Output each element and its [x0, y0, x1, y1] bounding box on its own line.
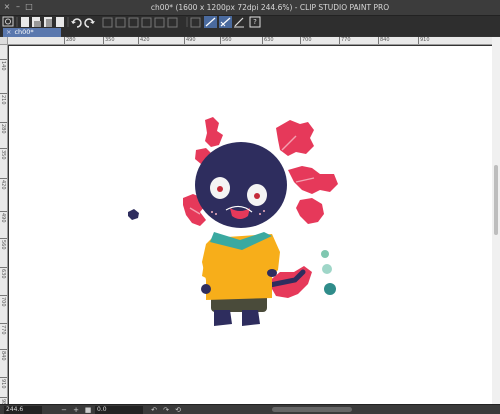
left-foot: [214, 310, 232, 326]
ruler-v-label: 910: [0, 379, 6, 389]
right-gills: [276, 120, 338, 224]
ruler-h-label: 770: [341, 37, 351, 43]
ruler-v-label: 210: [0, 95, 6, 105]
window-title: ch00* (1600 x 1200px 72dpi 244.6%) - CLI…: [150, 3, 390, 12]
redo-icon[interactable]: [84, 18, 95, 28]
transform-icon[interactable]: [141, 17, 152, 28]
ruler-v-label: 700: [0, 297, 6, 307]
clear-icon[interactable]: [102, 17, 113, 28]
ruler-h-label: 700: [302, 37, 312, 43]
zoom-field[interactable]: 244.6: [4, 406, 42, 414]
pen-tool-icon[interactable]: [219, 16, 232, 28]
ruler-v-label: 140: [0, 61, 6, 71]
ruler-h-label: 350: [105, 37, 115, 43]
ruler-v-label: 630: [0, 269, 6, 279]
ruler-v-label: 770: [0, 325, 6, 335]
app-menu-icon[interactable]: [2, 16, 14, 27]
maximize-window-button[interactable]: □: [25, 3, 33, 11]
horizontal-scroll-thumb[interactable]: [272, 407, 352, 412]
new-document-icon[interactable]: [21, 17, 29, 27]
ruler-h-label: 560: [222, 37, 232, 43]
help-label: ?: [253, 18, 257, 26]
ruler-v-label: 350: [0, 150, 6, 160]
fit-button[interactable]: ■: [84, 406, 92, 414]
ruler-v-label: 280: [0, 124, 6, 134]
deselect-icon[interactable]: [154, 17, 165, 28]
title-bar: × – □ ch00* (1600 x 1200px 72dpi 244.6%)…: [0, 0, 500, 16]
rotate-left-button[interactable]: ↶: [150, 406, 158, 414]
vertical-scroll-thumb[interactable]: [494, 165, 498, 235]
ruler-h-label: 280: [66, 37, 76, 43]
document-tab[interactable]: × ch00*: [3, 28, 61, 37]
ruler-h-label: 630: [264, 37, 274, 43]
zoom-out-button[interactable]: −: [60, 406, 68, 414]
minimize-window-button[interactable]: –: [14, 3, 22, 11]
save-icon[interactable]: [44, 17, 52, 27]
navy-blob: [128, 209, 139, 220]
ruler-v-label: 840: [0, 351, 6, 361]
ruler-v-label: 560: [0, 240, 6, 250]
horizontal-ruler: 280 350 420 490 560 630 700 770 840 910: [8, 37, 492, 45]
line-tool-icon[interactable]: [204, 16, 217, 28]
open-icon[interactable]: [32, 17, 41, 27]
zoom-in-button[interactable]: +: [72, 406, 80, 414]
status-bar: 244.6 − + ■ 0.0 ↶ ↷ ⟲: [0, 404, 500, 414]
vertical-ruler: 140 210 280 350 420 490 560 630 700 770 …: [0, 45, 8, 404]
vertical-scrollbar[interactable]: [492, 37, 500, 404]
invert-selection-icon[interactable]: [167, 17, 178, 28]
snap-icon[interactable]: [190, 17, 201, 28]
right-foot: [242, 310, 260, 326]
reset-rotation-button[interactable]: ⟲: [174, 406, 182, 414]
drawing-canvas[interactable]: [9, 46, 492, 404]
undo-icon[interactable]: [71, 18, 82, 28]
rotate-right-button[interactable]: ↷: [162, 406, 170, 414]
rotation-field[interactable]: 0.0: [95, 406, 143, 414]
clear-outside-icon[interactable]: [115, 17, 126, 28]
close-tab-icon[interactable]: ×: [6, 28, 11, 36]
ruler-v-label: 490: [0, 213, 6, 223]
brush-tool-icon[interactable]: [234, 17, 244, 28]
ruler-corner: [0, 37, 8, 45]
ruler-h-label: 420: [140, 37, 150, 43]
command-bar: ?: [0, 16, 500, 36]
ruler-h-label: 840: [380, 37, 390, 43]
ruler-h-label: 910: [420, 37, 430, 43]
ruler-h-label: 490: [186, 37, 196, 43]
fill-icon[interactable]: [128, 17, 139, 28]
axolotl-illustration: [128, 117, 338, 326]
close-window-button[interactable]: ×: [3, 3, 11, 11]
document-tab-label: ch00*: [14, 28, 34, 36]
clip-studio-window: × – □ ch00* (1600 x 1200px 72dpi 244.6%)…: [0, 0, 500, 414]
ruler-v-label: 420: [0, 180, 6, 190]
export-icon[interactable]: [56, 17, 64, 27]
color-swatches: [321, 250, 336, 295]
